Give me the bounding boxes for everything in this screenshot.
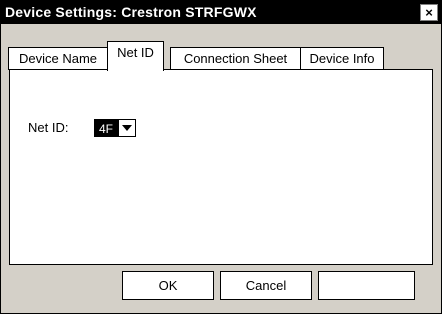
tab-net-id[interactable]: Net ID xyxy=(107,41,164,71)
net-id-dropdown[interactable]: 4F xyxy=(94,119,136,137)
tab-label: Device Info xyxy=(309,51,375,66)
net-id-label: Net ID: xyxy=(28,120,69,135)
tab-panel-net-id xyxy=(9,69,433,265)
net-id-value[interactable]: 4F xyxy=(94,119,118,137)
title-bar[interactable]: Device Settings: Crestron STRFGWX × xyxy=(1,1,441,24)
window-title: Device Settings: Crestron STRFGWX xyxy=(5,4,257,20)
tab-device-name[interactable]: Device Name xyxy=(8,47,108,70)
tab-device-info[interactable]: Device Info xyxy=(300,47,384,70)
ok-button[interactable]: OK xyxy=(122,271,214,300)
cancel-button[interactable]: Cancel xyxy=(220,271,312,300)
tab-label: Connection Sheet xyxy=(183,51,288,66)
dropdown-arrow-button[interactable] xyxy=(118,119,136,137)
tab-label: Device Name xyxy=(18,51,98,66)
help-button[interactable] xyxy=(318,271,415,300)
close-button[interactable]: × xyxy=(420,4,438,21)
chevron-down-icon xyxy=(122,125,132,131)
close-icon: × xyxy=(425,5,433,20)
tab-label: Net ID xyxy=(117,45,154,60)
tab-connection-sheet[interactable]: Connection Sheet xyxy=(170,47,301,70)
